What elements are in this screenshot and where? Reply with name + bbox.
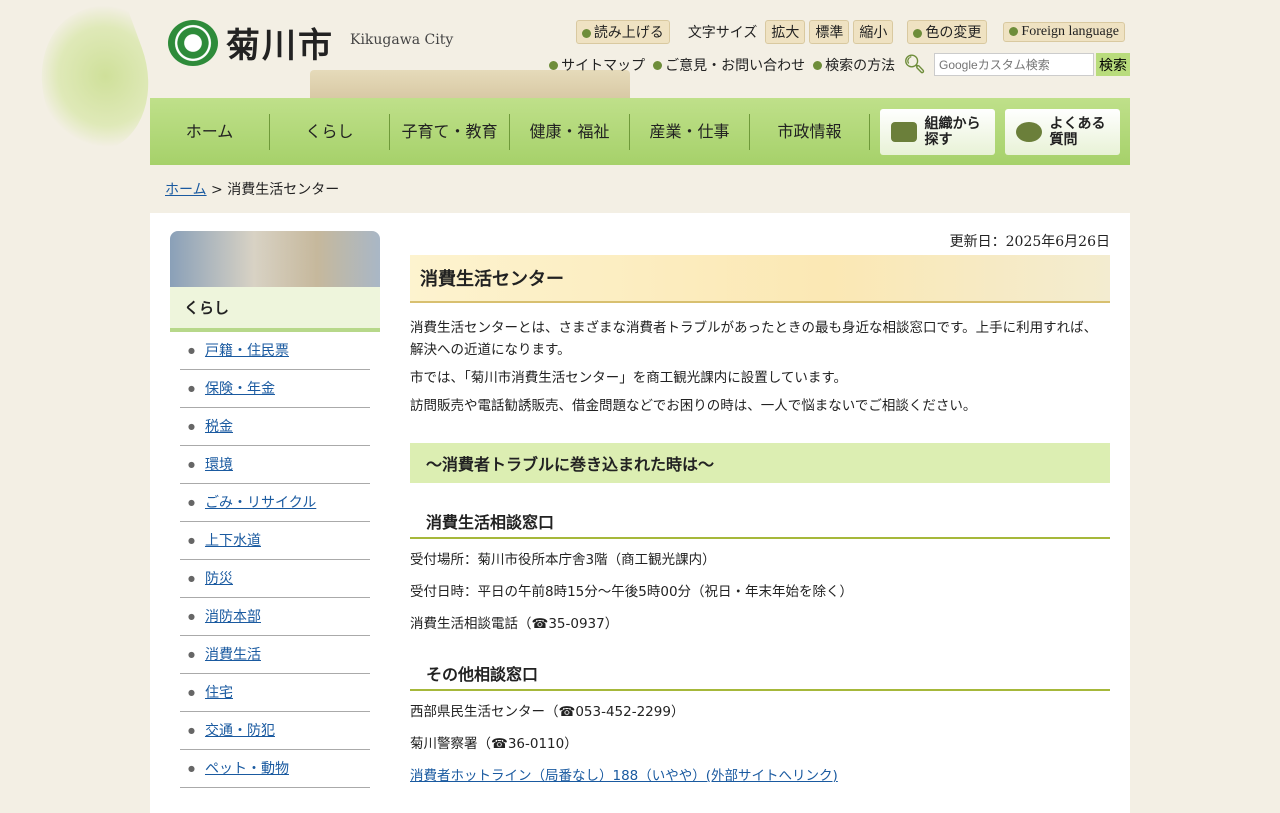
info-line: 消費生活相談電話（☎35-0937） [410,616,619,632]
info-line: 受付場所：菊川市役所本庁舎3階（商工観光課内） [410,552,716,568]
header: 菊川市 Kikugawa City 読み上げる 文字サイズ 拡大 標準 縮小 色… [150,0,1130,98]
org-search-button[interactable]: 組織から探す [880,108,995,155]
org-chart-icon [890,121,917,142]
sidebar-link[interactable]: 環境 [205,457,233,473]
nav-industry[interactable]: 産業・仕事 [630,113,750,150]
info-line: 受付日時：平日の午前8時15分～午後5時00分（祝日・年末年始を除く） [410,584,854,600]
sidebar-link[interactable]: 消費生活 [205,647,261,663]
sidebar-photo [170,231,380,287]
info-line: 菊川警察署（☎36-0110） [410,736,578,752]
updated-date: 更新日：2025年6月26日 [949,234,1110,250]
logo-text: 菊川市 [226,26,334,66]
page-title: 消費生活センター [410,255,1110,303]
read-aloud-label: 読み上げる [593,25,664,41]
bullet-icon [913,28,923,38]
sidebar-item: 環境 [180,446,370,484]
logo-subtitle: Kikugawa City [350,32,454,48]
sidebar-item: 消費生活 [180,636,370,674]
color-change-label: 色の変更 [925,25,982,41]
decorative-leaf [19,0,171,165]
sidebar-list: 戸籍・住民票保険・年金税金環境ごみ・リサイクル上下水道防災消防本部消費生活住宅交… [170,332,380,788]
sitemap-link[interactable]: サイトマップ [549,55,645,75]
search-input[interactable] [934,53,1094,76]
search-button[interactable]: 検索 [1096,53,1130,76]
sidebar-link[interactable]: 交通・防犯 [205,723,275,739]
section-heading: ～消費者トラブルに巻き込まれた時は～ [410,443,1110,483]
font-size-label: 文字サイズ [687,25,758,41]
bullet-icon [581,28,591,38]
content-area: くらし 戸籍・住民票保険・年金税金環境ごみ・リサイクル上下水道防災消防本部消費生… [150,213,1130,813]
search-help-label: 検索の方法 [825,57,896,74]
sidebar-link[interactable]: ペット・動物 [205,761,289,777]
sidebar-item: 交通・防犯 [180,712,370,750]
intro-paragraph: 消費生活センターとは、さまざまな消費者トラブルがあったときの最も身近な相談窓口で… [410,320,1098,358]
sidebar-link[interactable]: ごみ・リサイクル [205,495,316,511]
foreign-language-button[interactable]: Foreign language [1003,22,1125,42]
nav-city-info[interactable]: 市政情報 [750,113,870,150]
font-small-button[interactable]: 縮小 [853,20,894,44]
sidebar-item: 消防本部 [180,598,370,636]
utility-links: サイトマップ ご意見・お問い合わせ 検索の方法 🔍︎ 検索 [549,53,1130,76]
sidebar-link[interactable]: 消防本部 [205,609,261,625]
main-content: 更新日：2025年6月26日 消費生活センター 消費生活センターとは、さまざまな… [410,231,1110,787]
sidebar-item: 保険・年金 [180,370,370,408]
subsection-heading: 消費生活相談窓口 [410,505,1110,539]
nav-living[interactable]: くらし [270,113,390,150]
font-large-button[interactable]: 拡大 [765,20,806,44]
contact-link[interactable]: ご意見・お問い合わせ [653,55,805,75]
nav-childcare[interactable]: 子育て・教育 [390,113,510,150]
sidebar-link[interactable]: 保険・年金 [205,381,275,397]
intro-paragraph: 市では、「菊川市消費生活センター」を商工観光課内に設置しています。 [410,370,847,386]
font-normal-button[interactable]: 標準 [809,20,850,44]
sidebar-item: ごみ・リサイクル [180,484,370,522]
chrysanthemum-logo-icon [168,19,218,66]
site-logo[interactable]: 菊川市 [168,18,334,67]
bullet-icon [653,61,663,70]
nav-health[interactable]: 健康・福祉 [510,113,630,150]
sidebar-title: くらし [170,287,380,332]
sidebar-link[interactable]: 戸籍・住民票 [205,343,289,359]
foreign-language-label: Foreign language [1021,24,1119,39]
faq-label: よくある質問 [1049,115,1106,148]
bullet-icon [813,61,823,70]
org-search-label: 組織から探す [924,115,981,148]
breadcrumb-separator: > [206,182,228,198]
sidebar-item: 住宅 [180,674,370,712]
sidebar-item: ペット・動物 [180,750,370,788]
sidebar-item: 防災 [180,560,370,598]
bullet-icon [549,61,559,70]
nav-home[interactable]: ホーム [150,113,270,150]
color-change-button[interactable]: 色の変更 [907,20,988,44]
sidebar-link[interactable]: 税金 [205,419,233,435]
subsection-heading: その他相談窓口 [410,657,1110,691]
breadcrumb: ホーム > 消費生活センター [165,179,339,199]
breadcrumb-current: 消費生活センター [227,182,340,198]
sidebar-item: 戸籍・住民票 [180,332,370,370]
sidebar-item: 税金 [180,408,370,446]
faq-button[interactable]: よくある質問 [1005,108,1120,155]
hotline-link[interactable]: 消費者ホットライン（局番なし）188（いやや）(外部サイトへリンク) [410,768,838,784]
sidebar-item: 上下水道 [180,522,370,560]
contact-label: ご意見・お問い合わせ [665,57,806,74]
search-help-link[interactable]: 検索の方法 [813,55,895,75]
sidebar-link[interactable]: 住宅 [205,685,233,701]
search-icon: 🔍︎ [903,54,926,75]
info-line: 西部県民生活センター（☎053-452-2299） [410,704,685,720]
read-aloud-button[interactable]: 読み上げる [575,20,670,44]
speech-bubble-icon [1015,121,1042,142]
utility-bar: 読み上げる 文字サイズ 拡大 標準 縮小 色の変更 Foreign langua… [575,20,1125,44]
global-nav: ホーム くらし 子育て・教育 健康・福祉 産業・仕事 市政情報 組織から探す よ… [150,98,1130,165]
sitemap-label: サイトマップ [561,57,646,74]
sidebar: くらし 戸籍・住民票保険・年金税金環境ごみ・リサイクル上下水道防災消防本部消費生… [170,231,380,788]
breadcrumb-home[interactable]: ホーム [165,182,207,198]
sidebar-link[interactable]: 防災 [205,571,233,587]
sidebar-link[interactable]: 上下水道 [205,533,261,549]
bullet-icon [1009,27,1019,37]
intro-paragraph: 訪問販売や電話勧誘販売、借金問題などでお困りの時は、一人で悩まないでご相談くださ… [410,398,977,414]
